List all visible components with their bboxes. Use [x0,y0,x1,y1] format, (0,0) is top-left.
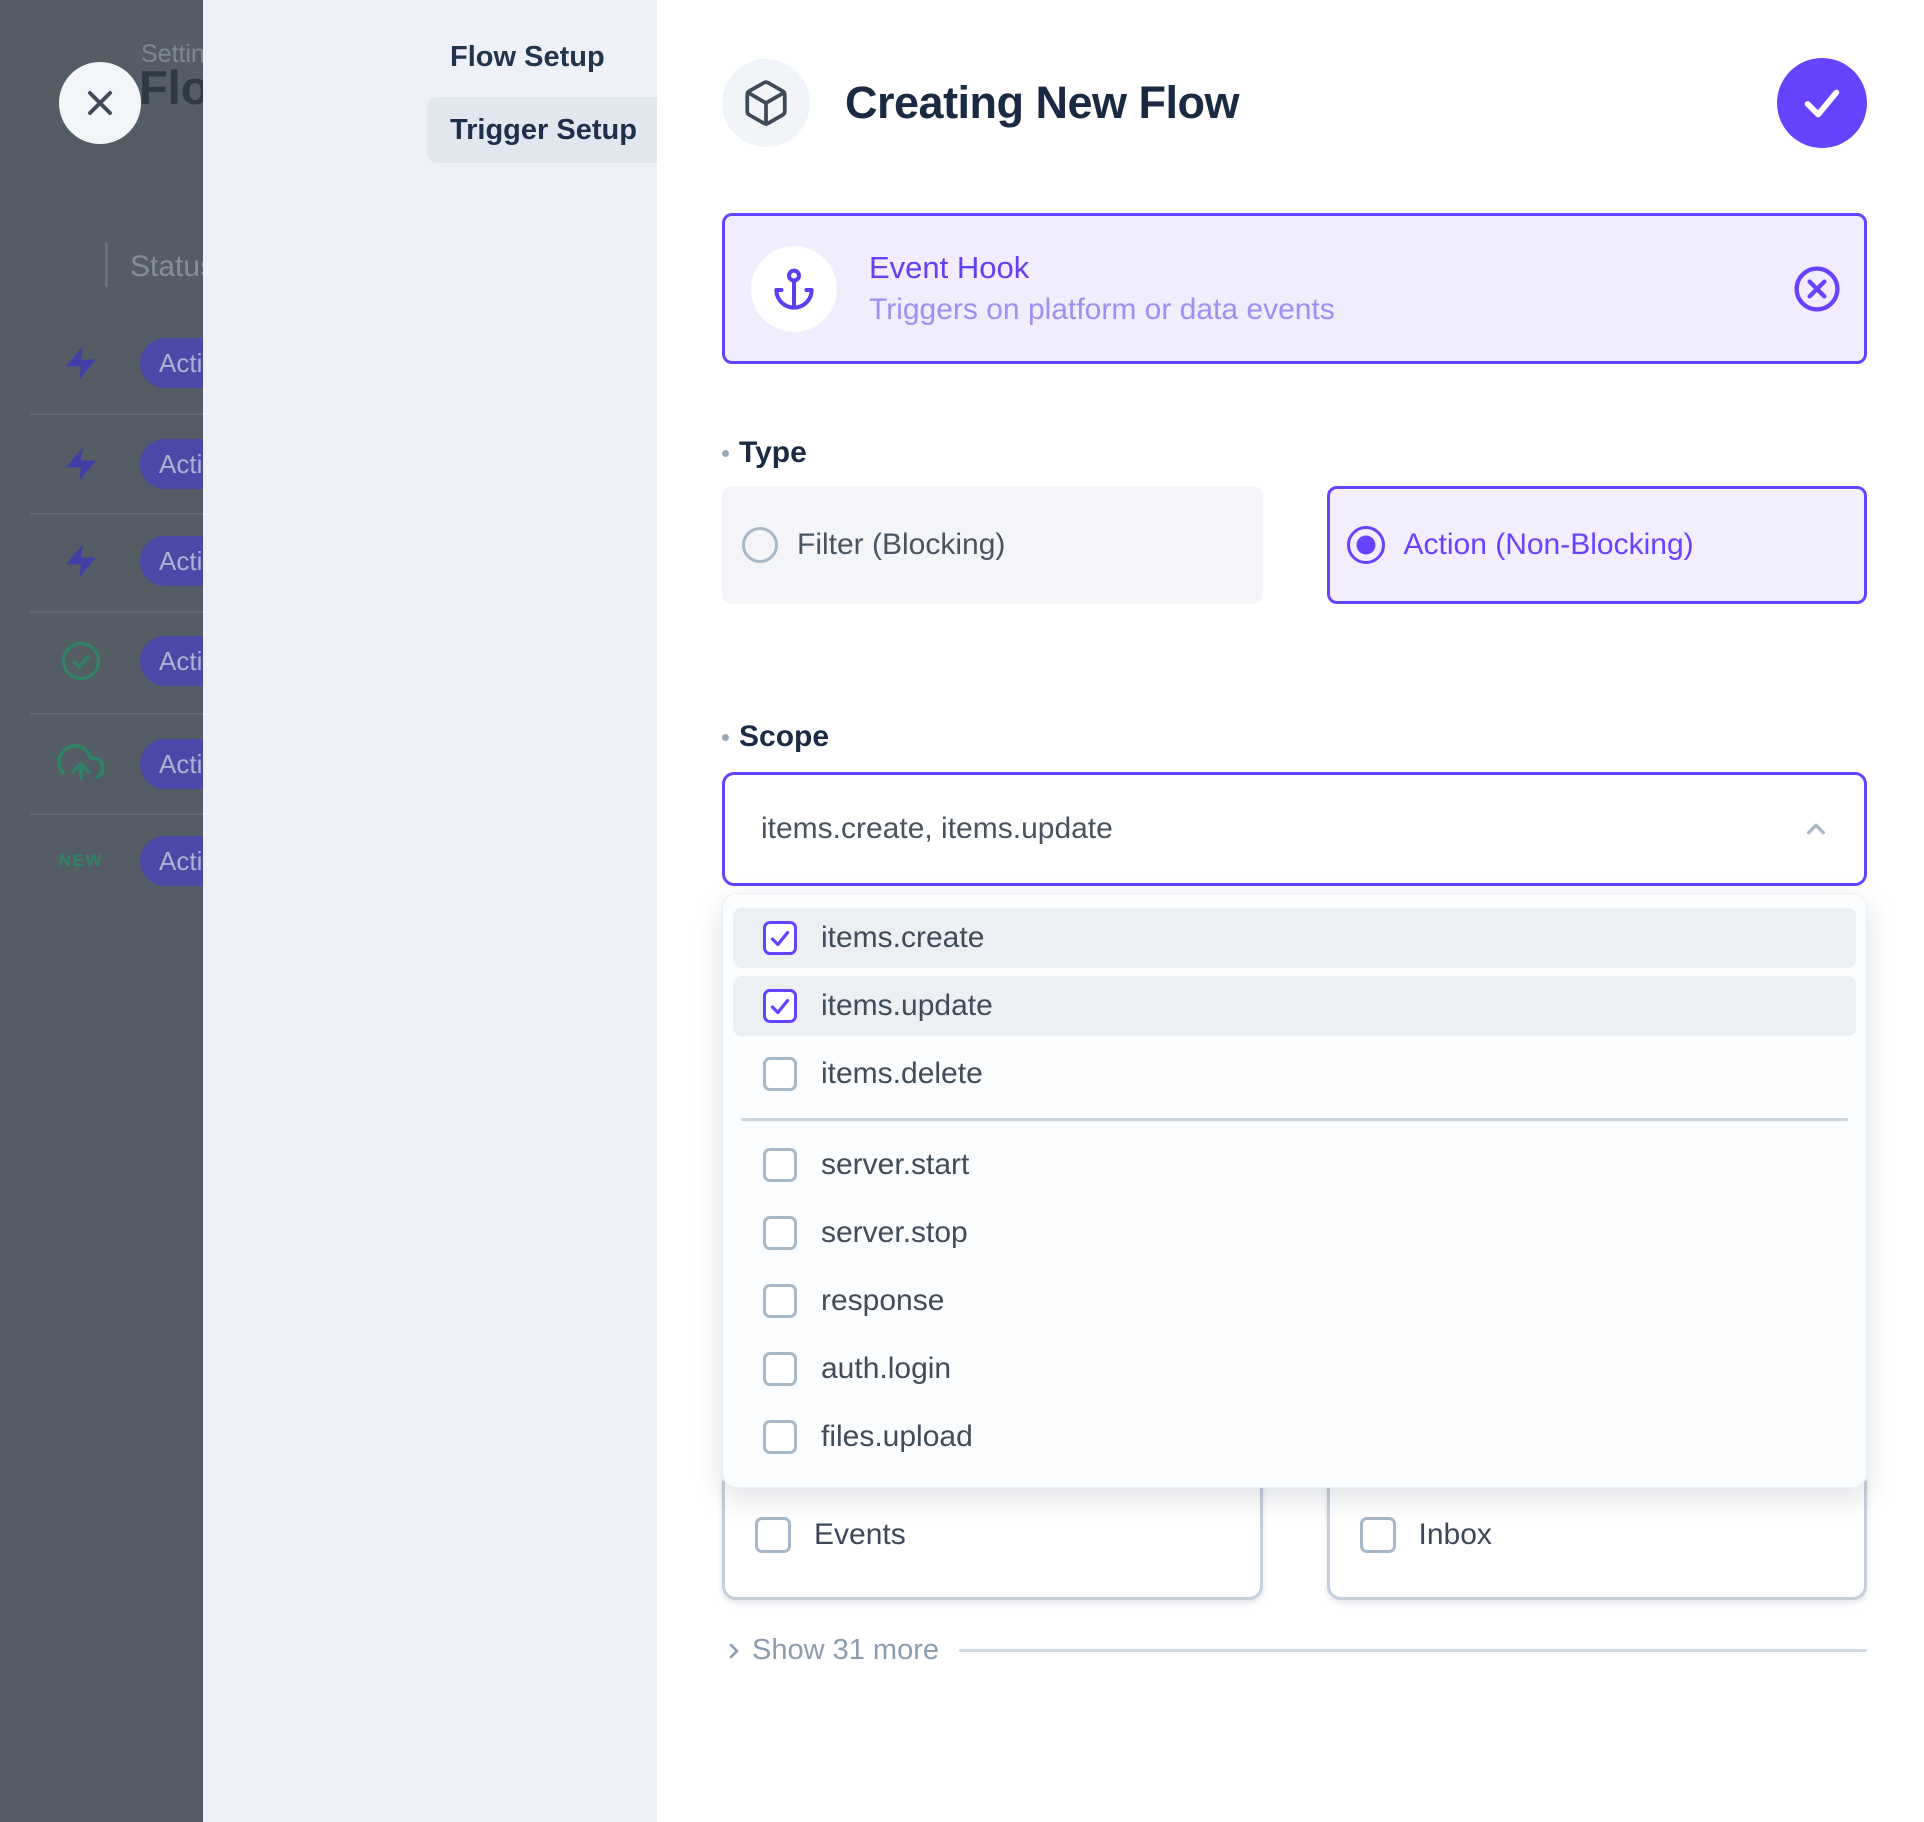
drawer-sidebar: Flow Setup Trigger Setup [203,0,657,1822]
checkbox-unchecked-icon[interactable] [763,1284,797,1318]
status-badge: Acti [140,338,203,388]
status-column-header: Status [130,250,203,284]
radio-option-label: Action (Non-Blocking) [1404,528,1694,562]
scope-option-label: auth.login [821,1352,951,1386]
collection-option-label: Inbox [1419,1518,1492,1552]
scope-option-label: response [821,1284,944,1318]
table-row: Acti [0,414,203,514]
scope-option-auth-login[interactable]: auth.login [733,1339,1856,1399]
collection-option-label: Events [814,1518,906,1552]
anchor-icon [751,246,837,332]
scope-option-items-update[interactable]: items.update [733,976,1856,1036]
checkbox-unchecked-icon[interactable] [763,1148,797,1182]
scope-field: items.create, items.update items.create [722,772,1867,886]
box-icon [722,59,810,147]
radio-option-action-non-blocking[interactable]: Action (Non-Blocking) [1327,486,1868,604]
sidebar-item-label: Trigger Setup [450,114,637,147]
scope-option-label: items.delete [821,1057,983,1091]
table-row: Acti [0,611,203,711]
radio-option-filter-blocking[interactable]: Filter (Blocking) [722,486,1263,604]
scope-option-files-upload[interactable]: files.upload [733,1407,1856,1467]
new-label: NEW [53,851,109,871]
scope-dropdown-menu: items.create items.update items.delete s… [722,893,1867,1488]
cloud-upload-icon [53,740,109,788]
check-icon [1799,80,1845,126]
table-row: Acti [0,511,203,611]
status-badge: Acti [140,739,203,789]
checkbox-unchecked-icon[interactable] [763,1216,797,1250]
table-row: NEW Acti [0,811,203,911]
checkbox-unchecked-icon[interactable] [763,1352,797,1386]
collections-checkbox-group: Events Inbox [722,1470,1867,1600]
deselect-trigger-button[interactable] [1791,263,1843,315]
page-title: Creating New Flow [845,77,1239,129]
checkbox-unchecked-icon[interactable] [763,1057,797,1091]
sidebar-item-label: Flow Setup [450,41,605,74]
scope-option-items-create[interactable]: items.create [733,908,1856,968]
type-radio-group: Filter (Blocking) Action (Non-Blocking) [722,486,1867,604]
trigger-card-subtitle: Triggers on platform or data events [869,293,1335,327]
drawer-content: Creating New Flow Event Hook Triggers on… [657,0,1924,1822]
trigger-card-title: Event Hook [869,250,1335,286]
scope-option-label: files.upload [821,1420,973,1454]
trigger-type-card[interactable]: Event Hook Triggers on platform or data … [722,213,1867,364]
scope-select[interactable]: items.create, items.update [722,772,1867,886]
scope-option-label: items.update [821,989,993,1023]
drawer-screen: Settin Flo Status Acti Acti Acti [0,0,1924,1822]
chevron-up-icon [1801,814,1831,844]
checkbox-checked-icon[interactable] [763,921,797,955]
close-drawer-button[interactable] [59,62,141,144]
status-badge: Acti [140,536,203,586]
status-badge: Acti [140,439,203,489]
checkbox-unchecked-icon[interactable] [1360,1517,1396,1553]
radio-option-label: Filter (Blocking) [797,528,1005,562]
chevron-right-icon [722,1639,746,1663]
table-row: Acti [0,313,203,413]
scope-option-label: server.start [821,1148,969,1182]
status-badge: Acti [140,836,203,886]
column-divider [105,243,108,287]
bolt-icon [53,444,109,484]
status-badge: Acti [140,636,203,686]
table-row: Acti [0,714,203,814]
scope-option-response[interactable]: response [733,1271,1856,1331]
show-more-rule [959,1649,1867,1652]
checkbox-unchecked-icon[interactable] [755,1517,791,1553]
scope-option-items-delete[interactable]: items.delete [733,1044,1856,1104]
type-field-label: Type [722,436,1867,470]
scope-option-label: server.stop [821,1216,968,1250]
checkbox-unchecked-icon[interactable] [763,1420,797,1454]
show-more-label: Show 31 more [752,1634,939,1667]
trigger-card-text: Event Hook Triggers on platform or data … [869,250,1335,327]
checkbox-checked-icon[interactable] [763,989,797,1023]
bolt-icon [53,541,109,581]
show-more-toggle[interactable]: Show 31 more [722,1634,1867,1667]
drawer-header: Creating New Flow [722,58,1867,148]
collection-option-events[interactable]: Events [722,1470,1263,1600]
background-page-title: Flo [139,60,203,115]
radio-selected-icon [1347,526,1385,564]
scope-select-value: items.create, items.update [761,812,1113,846]
confirm-button[interactable] [1777,58,1867,148]
radio-unselected-icon [742,527,778,563]
bolt-icon [53,343,109,383]
dropdown-divider [741,1118,1848,1121]
collection-option-inbox[interactable]: Inbox [1327,1470,1868,1600]
check-circle-icon [53,640,109,682]
x-circle-icon [1791,263,1843,315]
modal-backdrop[interactable]: Settin Flo Status Acti Acti Acti [0,0,203,1822]
scope-option-server-stop[interactable]: server.stop [733,1203,1856,1263]
scope-option-server-start[interactable]: server.start [733,1135,1856,1195]
scope-option-label: items.create [821,921,984,955]
scope-field-label: Scope [722,720,1867,754]
close-icon [80,83,120,123]
